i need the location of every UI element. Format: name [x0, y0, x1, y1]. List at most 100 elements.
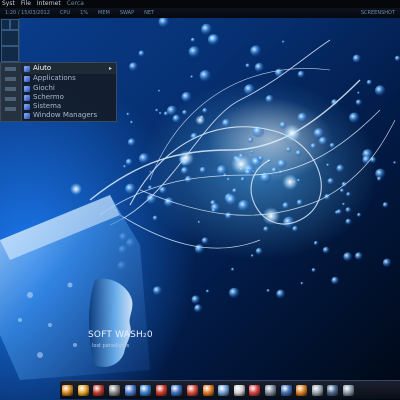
menu-item-label: Window Managers [33, 111, 98, 119]
bubble [375, 85, 386, 96]
bubble [377, 176, 382, 182]
bubble [155, 108, 159, 112]
bubble [240, 177, 246, 182]
bubble [340, 188, 345, 193]
bubble [300, 281, 304, 285]
bubble [197, 220, 201, 224]
bubble [188, 46, 201, 58]
applications-icon [24, 75, 30, 82]
image-viewer-icon[interactable] [218, 384, 230, 396]
workspace-4[interactable] [1, 46, 19, 62]
bubble [247, 137, 254, 143]
mail-icon[interactable] [233, 384, 245, 396]
bubble [336, 209, 342, 215]
chat-icon[interactable] [140, 384, 152, 396]
status-screenshot-label[interactable]: SCREENSHOT [361, 8, 395, 18]
bubble [336, 164, 345, 173]
status-cpu-value: 1% [80, 10, 89, 16]
media-player-icon[interactable] [296, 384, 308, 396]
workspace-3[interactable] [1, 30, 19, 46]
bubble [349, 112, 360, 124]
menu-file[interactable]: File [21, 0, 31, 8]
system-icon [24, 103, 30, 110]
bubble [297, 112, 308, 124]
workspace-2[interactable] [10, 19, 19, 30]
bubble [342, 202, 346, 206]
bubble [286, 146, 292, 153]
menu-sidebar [1, 63, 22, 121]
bubble [166, 105, 178, 117]
menu-system[interactable]: Syst [2, 0, 15, 8]
bubble [226, 194, 238, 206]
bubble [355, 99, 362, 106]
bubble [199, 166, 207, 174]
calendar-icon[interactable] [249, 384, 261, 396]
bubble [329, 142, 336, 149]
bubble [354, 252, 363, 260]
bubble [244, 84, 256, 96]
bubble [201, 237, 209, 245]
monitor-icon[interactable] [327, 384, 339, 396]
status-mem-label: MEM [98, 10, 110, 16]
screen-icon [24, 94, 30, 101]
settings-icon[interactable] [265, 384, 277, 396]
bubble [199, 70, 212, 82]
menu-item-window-managers[interactable]: Window Managers [21, 110, 116, 121]
bubble [232, 188, 238, 194]
gear-icon[interactable] [93, 384, 105, 396]
bubble [250, 150, 254, 154]
bubble [327, 177, 335, 185]
bubble [310, 143, 317, 150]
menu-internet[interactable]: Internet [37, 0, 61, 8]
bubble [346, 192, 351, 197]
bubble [158, 89, 161, 93]
bubble [331, 276, 340, 285]
launcher-menu: Aiuto ▸ Applications Giochi Schermo Sist… [0, 62, 117, 122]
system-monitor-bar: 1:20 / 15/03/2012 CPU 1% MEM SWAP NET SC… [0, 8, 400, 18]
bubble [201, 23, 213, 35]
bubble [345, 207, 352, 213]
bubble [277, 159, 287, 169]
bubble [266, 289, 270, 293]
terminal-icon[interactable] [77, 384, 89, 396]
help-icon [24, 65, 30, 72]
search-label[interactable]: Cerca [67, 0, 84, 8]
pdf-icon[interactable] [155, 384, 167, 396]
bubble [194, 304, 203, 313]
bubble [297, 70, 305, 78]
gimp-icon[interactable] [109, 384, 121, 396]
bubble [138, 153, 150, 165]
chrome-icon[interactable] [187, 384, 199, 396]
thunderbird-icon[interactable] [124, 384, 136, 396]
bubble [172, 114, 181, 124]
bubble [254, 62, 265, 73]
workspace-switcher[interactable] [0, 18, 20, 62]
bubble [393, 161, 397, 165]
bubble [295, 149, 302, 157]
bubble [250, 45, 262, 57]
workspace-1[interactable] [1, 19, 10, 30]
bubble [127, 138, 136, 147]
bubble [207, 34, 220, 46]
trash-icon[interactable] [342, 384, 354, 396]
bubble [265, 95, 274, 104]
bubble [181, 166, 189, 175]
bubble [357, 212, 362, 218]
bubble [159, 111, 162, 115]
top-panel: Syst File Internet Cerca [0, 0, 400, 8]
firefox-icon[interactable] [202, 384, 214, 396]
network-icon[interactable] [280, 384, 292, 396]
bubble [282, 202, 290, 210]
search-icon[interactable] [171, 384, 183, 396]
wallpaper-subtitle: lost paradigms [92, 343, 130, 349]
bubble [255, 247, 263, 255]
bubble [190, 37, 196, 43]
bubble [238, 200, 251, 212]
disk-icon[interactable] [311, 384, 323, 396]
bubble [318, 136, 328, 146]
wallpaper-title: SOFT WASH₂0 [88, 330, 153, 340]
folder-icon[interactable] [62, 384, 74, 396]
dock [60, 380, 400, 399]
bubble [231, 267, 235, 272]
bubble [229, 287, 240, 299]
